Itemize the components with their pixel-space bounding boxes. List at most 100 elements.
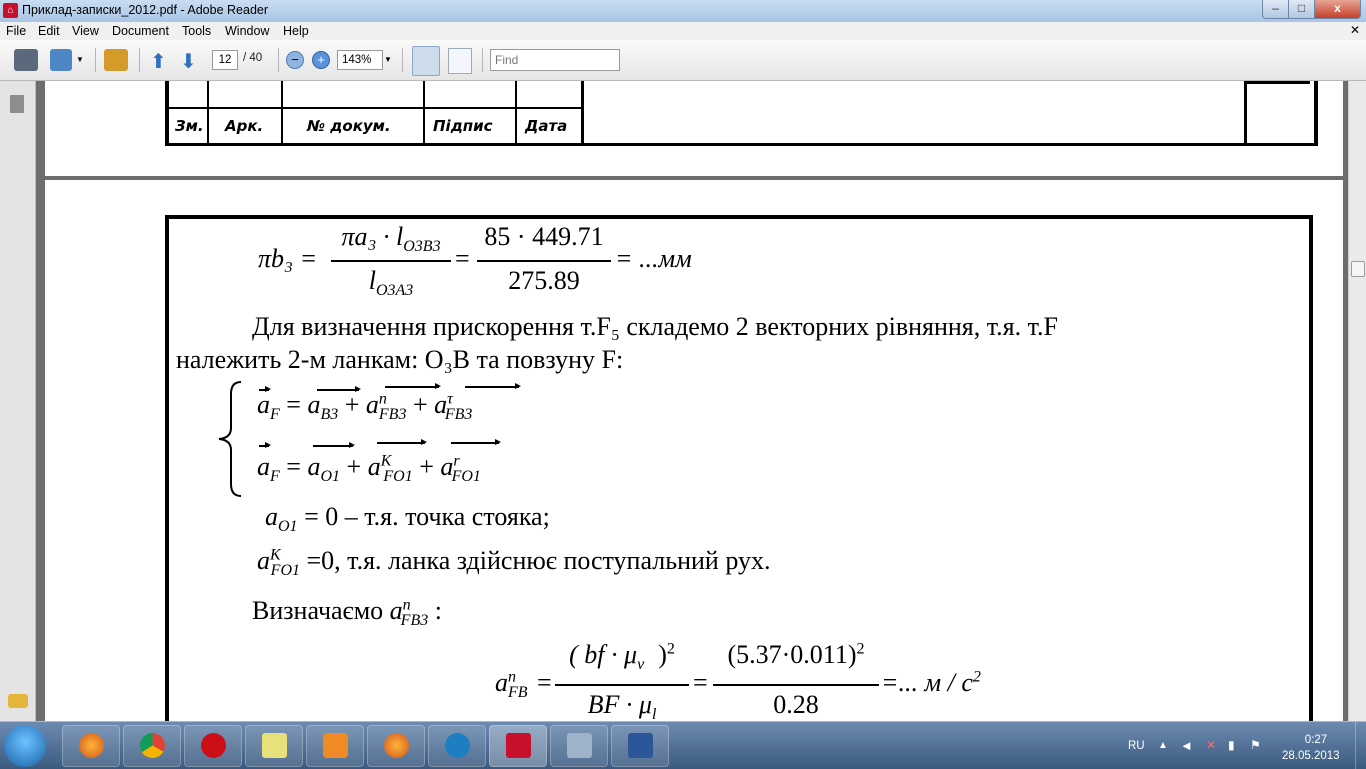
taskbar-sticky-notes[interactable] [245, 725, 303, 767]
eq1-lhs: πb₃ = [258, 244, 318, 273]
clock-time[interactable]: 0:27 [1296, 734, 1336, 746]
taskbar-adobe-reader[interactable] [489, 725, 547, 767]
show-desktop-button[interactable] [1355, 722, 1366, 769]
taskbar-firefox[interactable] [62, 725, 120, 767]
taskbar-k-app[interactable] [428, 725, 486, 767]
eq1-fraction-bar-1 [331, 260, 451, 262]
taskbar-word[interactable] [611, 725, 669, 767]
language-indicator[interactable]: RU [1128, 740, 1145, 752]
navigation-sidebar [0, 81, 36, 721]
line-a-k: aKFO1 =0, т.я. ланка здійснює поступальн… [257, 546, 771, 580]
window-title: Приклад-записки_2012.pdf - Adobe Reader [22, 3, 269, 17]
adobe-reader-icon: ⌂ [3, 3, 18, 18]
previous-page-icon[interactable]: ⬆ [150, 49, 167, 74]
stamp-header-doc-number: № докум. [307, 117, 391, 135]
vector-arrow [377, 439, 427, 445]
chevron-down-icon[interactable]: ▼ [76, 55, 84, 64]
eq2-fraction-bar-2 [713, 684, 879, 686]
stamp-frame [165, 81, 1318, 146]
clock-date[interactable]: 28.05.2013 [1282, 750, 1340, 762]
zoom-input[interactable]: 143% [337, 50, 383, 70]
stamp-header-date: Дата [525, 117, 568, 135]
start-button[interactable] [4, 725, 46, 767]
menu-file[interactable]: File [6, 24, 26, 38]
vector-arrow [259, 442, 271, 448]
vector-arrow [451, 439, 501, 445]
menu-document[interactable]: Document [112, 24, 169, 38]
eq2-numerator-2: (5.37·0.011)2 [727, 640, 865, 669]
share-icon[interactable] [50, 49, 72, 71]
vertical-scrollbar[interactable] [1348, 81, 1366, 721]
eq1-numerator: πa₃ · lO3B3 [341, 222, 441, 256]
page-total: / 40 [243, 52, 263, 64]
flag-icon[interactable]: ⚑ [1250, 738, 1261, 752]
toolbar: ▼ ⬆ ⬇ − + ▼ ▼ [0, 40, 1366, 81]
line-a-o1: aO1 = 0 – т.я. точка стояка; [265, 502, 550, 536]
fit-width-icon[interactable] [412, 46, 440, 76]
eq2-rhs: =... м / c2 [881, 668, 981, 697]
page-number-input[interactable]: 12 [212, 50, 238, 70]
vector-arrow [259, 386, 271, 392]
menu-edit[interactable]: Edit [38, 24, 60, 38]
system-equation-2: aF = aO1 + aKFO1 + arFO1 [257, 452, 481, 486]
stamp-header-sheet: Арк. [225, 117, 264, 135]
maximize-button[interactable]: □ [1288, 0, 1315, 19]
system-equation-1: aF = aB3 + anFB3 + aτFB3 [257, 390, 473, 424]
system-brace [215, 380, 245, 498]
print-icon[interactable] [14, 49, 38, 71]
taskbar-opera[interactable] [184, 725, 242, 767]
scrollbar-thumb[interactable] [1351, 261, 1365, 277]
stamp-header-change: Зм. [175, 117, 204, 135]
comment-icon[interactable] [104, 49, 128, 71]
vector-arrow [465, 383, 521, 389]
vector-arrow [313, 442, 355, 448]
menu-tools[interactable]: Tools [182, 24, 211, 38]
taskbar-media-player[interactable] [306, 725, 364, 767]
close-button[interactable]: x [1314, 0, 1361, 19]
signal-icon[interactable]: ▮ [1228, 738, 1235, 752]
close-document-icon[interactable]: ✕ [1350, 23, 1360, 37]
eq1-equals: = [455, 244, 470, 273]
eq1-rhs: = ...мм [615, 244, 692, 273]
line-define: Визначаємо anFB3 : [252, 596, 442, 630]
eq2-fraction-bar-1 [555, 684, 689, 686]
pdf-page-previous: Зм. Арк. № докум. Підпис Дата [45, 81, 1343, 176]
zoom-dropdown-icon[interactable]: ▼ [384, 55, 392, 64]
find-input[interactable]: Find [490, 49, 620, 71]
comments-panel-icon[interactable] [8, 694, 28, 708]
volume-icon[interactable]: ◄ [1180, 738, 1193, 753]
eq2-equals-2: = [693, 668, 708, 697]
zoom-out-icon[interactable]: − [286, 51, 304, 69]
eq2-numerator-1: ( bf · μv)2 [569, 640, 675, 674]
title-bar: ⌂ Приклад-записки_2012.pdf - Adobe Reade… [0, 0, 1366, 23]
tray-arrow-icon[interactable]: ▲ [1158, 740, 1168, 751]
eq1-denominator-2: 275.89 [508, 266, 580, 295]
eq1-denominator: lO3A3 [368, 266, 414, 300]
stamp-header-signature: Підпис [433, 117, 493, 135]
menu-bar: File Edit View Document Tools Window Hel… [0, 22, 1366, 40]
zoom-in-icon[interactable]: + [312, 51, 330, 69]
pages-panel-icon[interactable] [10, 95, 24, 113]
menu-help[interactable]: Help [283, 24, 309, 38]
eq1-fraction-bar-2 [477, 260, 611, 262]
vector-arrow [317, 386, 361, 392]
eq2-equals-1: = [537, 668, 552, 697]
taskbar-firefox-2[interactable] [367, 725, 425, 767]
menu-window[interactable]: Window [225, 24, 269, 38]
fit-page-icon[interactable] [448, 48, 472, 74]
eq2-denominator-2: 0.28 [773, 690, 819, 719]
next-page-icon[interactable]: ⬇ [180, 49, 197, 74]
minimize-button[interactable]: – [1262, 0, 1289, 19]
paragraph-line-2: належить 2-м ланкам: O₃B та повзуну F: [176, 345, 624, 374]
network-error-icon[interactable]: ✕ [1206, 738, 1216, 752]
vector-arrow [385, 383, 441, 389]
eq2-lhs: anFB [495, 668, 528, 702]
pdf-page-current: πb₃ = πa₃ · lO3B3 lO3A3 = 85 · 449.71 27… [45, 180, 1343, 721]
document-view[interactable]: Зм. Арк. № докум. Підпис Дата πb₃ = πa₃ … [36, 81, 1348, 721]
taskbar: RU ▲ ◄ ✕ ▮ ⚑ 0:27 28.05.2013 [0, 721, 1366, 769]
paragraph-line-1: Для визначення прискорення т.F₅ складемо… [252, 312, 1058, 341]
eq1-numerator-2: 85 · 449.71 [484, 222, 604, 251]
taskbar-calculator[interactable] [550, 725, 608, 767]
taskbar-chrome[interactable] [123, 725, 181, 767]
menu-view[interactable]: View [72, 24, 99, 38]
